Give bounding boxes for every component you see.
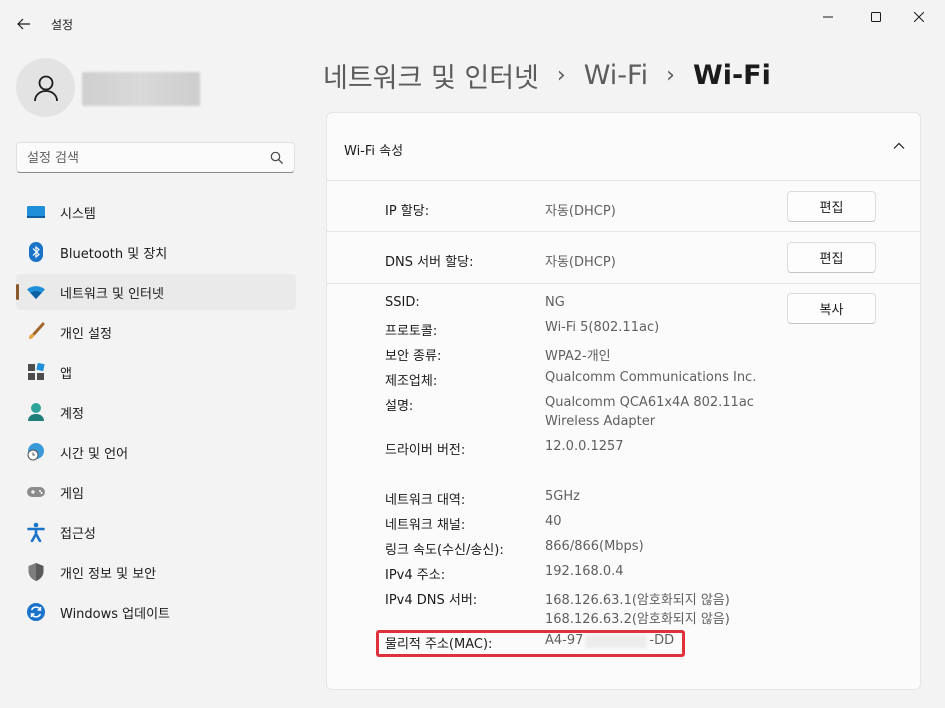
description-value-line1: Qualcomm QCA61x4A 802.11ac <box>545 395 754 410</box>
sidebar-item-label: Windows 업데이트 <box>60 606 171 622</box>
sidebar-item-label: 네트워크 및 인터넷 <box>60 286 164 302</box>
driver-version-value: 12.0.0.1257 <box>545 439 624 454</box>
minimize-button[interactable] <box>808 4 848 30</box>
search-box[interactable] <box>16 142 295 173</box>
breadcrumb-chevron-icon: › <box>666 62 675 88</box>
sidebar-item-label: 개인 설정 <box>60 326 112 342</box>
ssid-label: SSID: <box>385 295 420 310</box>
sidebar-item-gaming[interactable]: 게임 <box>16 474 296 510</box>
maximize-button[interactable] <box>856 4 896 30</box>
security-type-value: WPA2-개인 <box>545 349 611 364</box>
back-button[interactable] <box>10 10 38 38</box>
dns-assignment-label: DNS 서버 할당: <box>385 255 474 270</box>
manufacturer-label: 제조업체: <box>385 374 438 389</box>
update-icon <box>26 602 46 622</box>
protocol-value: Wi-Fi 5(802.11ac) <box>545 320 660 335</box>
manufacturer-value: Qualcomm Communications Inc. <box>545 370 757 385</box>
sidebar-item-bluetooth[interactable]: Bluetooth 및 장치 <box>16 234 296 270</box>
user-icon <box>33 75 58 101</box>
breadcrumb-wifi[interactable]: Wi-Fi <box>584 60 648 91</box>
window-title: 설정 <box>51 18 74 32</box>
wifi-icon <box>26 282 46 302</box>
dns-assignment-value: 자동(DHCP) <box>545 255 616 270</box>
network-channel-label: 네트워크 채널: <box>385 518 466 533</box>
title-bar: 설정 <box>0 0 945 46</box>
sidebar-item-apps[interactable]: 앱 <box>16 354 296 390</box>
sidebar-item-personalization[interactable]: 개인 설정 <box>16 314 296 350</box>
page-title: Wi-Fi <box>692 59 771 91</box>
system-icon <box>26 202 46 222</box>
ipv4-address-value: 192.168.0.4 <box>545 564 624 579</box>
protocol-label: 프로토콜: <box>385 324 438 339</box>
sidebar-item-privacy[interactable]: 개인 정보 및 보안 <box>16 554 296 590</box>
close-button[interactable] <box>899 4 939 30</box>
sidebar-item-label: 시간 및 언어 <box>60 446 129 462</box>
link-speed-label: 링크 속도(수신/송신): <box>385 543 504 558</box>
sidebar-item-system[interactable]: 시스템 <box>16 194 296 230</box>
copy-button[interactable]: 복사 <box>787 293 876 324</box>
back-arrow-icon <box>17 18 30 30</box>
panel-title: Wi-Fi 속성 <box>344 144 404 159</box>
gamepad-icon <box>26 482 46 502</box>
ipv4-address-label: IPv4 주소: <box>385 568 446 583</box>
sidebar-item-label: 시스템 <box>60 206 96 222</box>
accessibility-icon <box>26 522 46 542</box>
mac-highlight-box <box>376 630 685 657</box>
ip-edit-button[interactable]: 편집 <box>787 191 876 222</box>
network-band-label: 네트워크 대역: <box>385 493 466 508</box>
close-icon <box>914 12 924 22</box>
breadcrumb-chevron-icon: › <box>556 62 566 88</box>
sidebar-item-label: 게임 <box>60 486 84 502</box>
description-value-line2: Wireless Adapter <box>545 414 656 429</box>
ip-assignment-value: 자동(DHCP) <box>545 204 616 219</box>
divider <box>327 283 920 284</box>
maximize-icon <box>871 12 881 22</box>
avatar[interactable] <box>16 58 75 117</box>
bluetooth-icon <box>26 242 46 262</box>
link-speed-value: 866/866(Mbps) <box>545 539 644 554</box>
shield-icon <box>26 562 46 582</box>
dns-edit-button[interactable]: 편집 <box>787 242 876 273</box>
breadcrumb-network[interactable]: 네트워크 및 인터넷 <box>323 56 539 95</box>
sidebar-item-windows-update[interactable]: Windows 업데이트 <box>16 594 296 630</box>
sidebar-item-time-language[interactable]: 시간 및 언어 <box>16 434 296 470</box>
sidebar-item-label: 앱 <box>60 366 72 382</box>
sidebar-item-label: 계정 <box>60 406 84 422</box>
sidebar-nav: 시스템 Bluetooth 및 장치 네트워크 및 인터넷 개인 설정 앱 계정 <box>16 194 296 634</box>
minimize-icon <box>823 16 833 18</box>
sidebar-item-network[interactable]: 네트워크 및 인터넷 <box>16 274 296 310</box>
driver-version-label: 드라이버 버전: <box>385 443 466 458</box>
search-input[interactable] <box>27 148 267 168</box>
divider <box>327 231 920 232</box>
ip-assignment-label: IP 할당: <box>385 204 430 219</box>
ssid-value: NG <box>545 295 565 310</box>
wifi-properties-panel: Wi-Fi 속성 IP 할당: 자동(DHCP) 편집 DNS 서버 할당: 자… <box>326 112 921 690</box>
apps-icon <box>26 362 46 382</box>
network-channel-value: 40 <box>545 514 562 529</box>
breadcrumb: 네트워크 및 인터넷 › Wi-Fi › Wi-Fi <box>323 55 771 95</box>
network-band-value: 5GHz <box>545 489 580 504</box>
ipv4-dns-value-line2: 168.126.63.2(암호화되지 않음) <box>545 612 730 627</box>
panel-header[interactable]: Wi-Fi 속성 <box>327 113 920 181</box>
chevron-up-icon[interactable] <box>892 139 906 153</box>
sidebar-item-label: 개인 정보 및 보안 <box>60 566 157 582</box>
description-label: 설명: <box>385 399 414 414</box>
ipv4-dns-value-line1: 168.126.63.1(암호화되지 않음) <box>545 593 730 608</box>
brush-icon <box>26 322 46 342</box>
user-name-redacted <box>82 72 200 106</box>
account-icon <box>26 402 46 422</box>
ipv4-dns-label: IPv4 DNS 서버: <box>385 593 478 608</box>
sidebar-item-label: Bluetooth 및 장치 <box>60 246 168 262</box>
sidebar-item-label: 접근성 <box>60 526 96 542</box>
sidebar-item-accounts[interactable]: 계정 <box>16 394 296 430</box>
security-type-label: 보안 종류: <box>385 349 442 364</box>
globe-clock-icon <box>26 442 46 462</box>
search-icon[interactable] <box>270 151 284 165</box>
sidebar-item-accessibility[interactable]: 접근성 <box>16 514 296 550</box>
